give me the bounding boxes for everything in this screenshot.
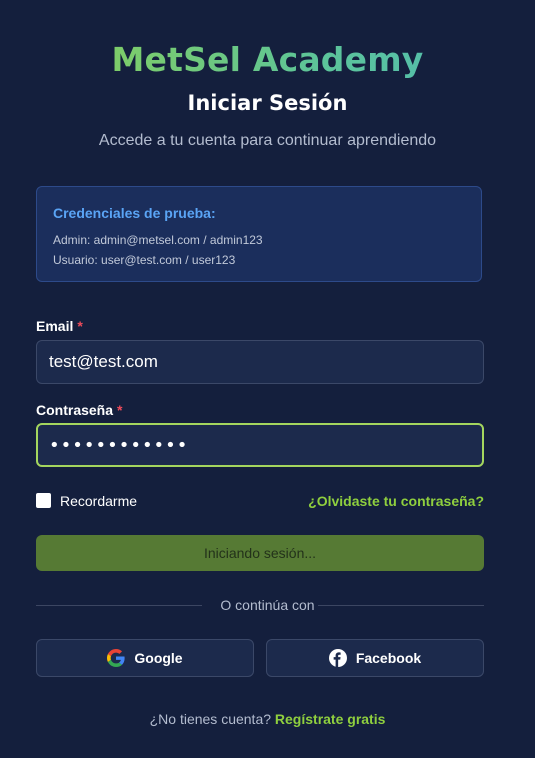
submit-button[interactable]: Iniciando sesión... bbox=[36, 535, 484, 571]
google-icon bbox=[107, 649, 125, 667]
required-mark: * bbox=[77, 318, 83, 334]
email-label: Email * bbox=[36, 318, 83, 334]
credentials-admin: Admin: admin@metsel.com / admin123 bbox=[53, 233, 263, 247]
google-login-button[interactable]: Google bbox=[36, 639, 254, 677]
google-label: Google bbox=[134, 650, 183, 666]
page-subtitle: Accede a tu cuenta para continuar aprend… bbox=[98, 132, 437, 149]
signup-link[interactable]: Regístrate gratis bbox=[275, 711, 385, 727]
password-field[interactable] bbox=[36, 423, 484, 467]
test-credentials-box: Credenciales de prueba: Admin: admin@met… bbox=[36, 186, 482, 282]
password-label-text: Contraseña bbox=[36, 402, 114, 418]
email-field[interactable] bbox=[36, 340, 484, 384]
page-title: Iniciar Sesión bbox=[187, 91, 348, 115]
facebook-login-button[interactable]: Facebook bbox=[266, 639, 484, 677]
signup-prompt: ¿No tienes cuenta? bbox=[149, 711, 272, 727]
facebook-label: Facebook bbox=[355, 650, 422, 666]
password-label: Contraseña * bbox=[36, 402, 122, 418]
email-label-text: Email bbox=[36, 318, 74, 334]
brand-title: MetSel Academy bbox=[0, 40, 535, 79]
divider-text: O continúa con bbox=[220, 597, 315, 613]
credentials-user: Usuario: user@test.com / user123 bbox=[53, 253, 236, 267]
remember-checkbox[interactable] bbox=[36, 493, 51, 508]
required-mark: * bbox=[117, 402, 123, 418]
remember-label[interactable]: Recordarme bbox=[60, 493, 137, 509]
facebook-icon bbox=[328, 649, 347, 667]
credentials-title: Credenciales de prueba: bbox=[53, 205, 216, 221]
forgot-password-link[interactable]: ¿Olvidaste tu contraseña? bbox=[308, 493, 484, 509]
signup-row: ¿No tienes cuenta? Regístrate gratis bbox=[0, 711, 535, 727]
